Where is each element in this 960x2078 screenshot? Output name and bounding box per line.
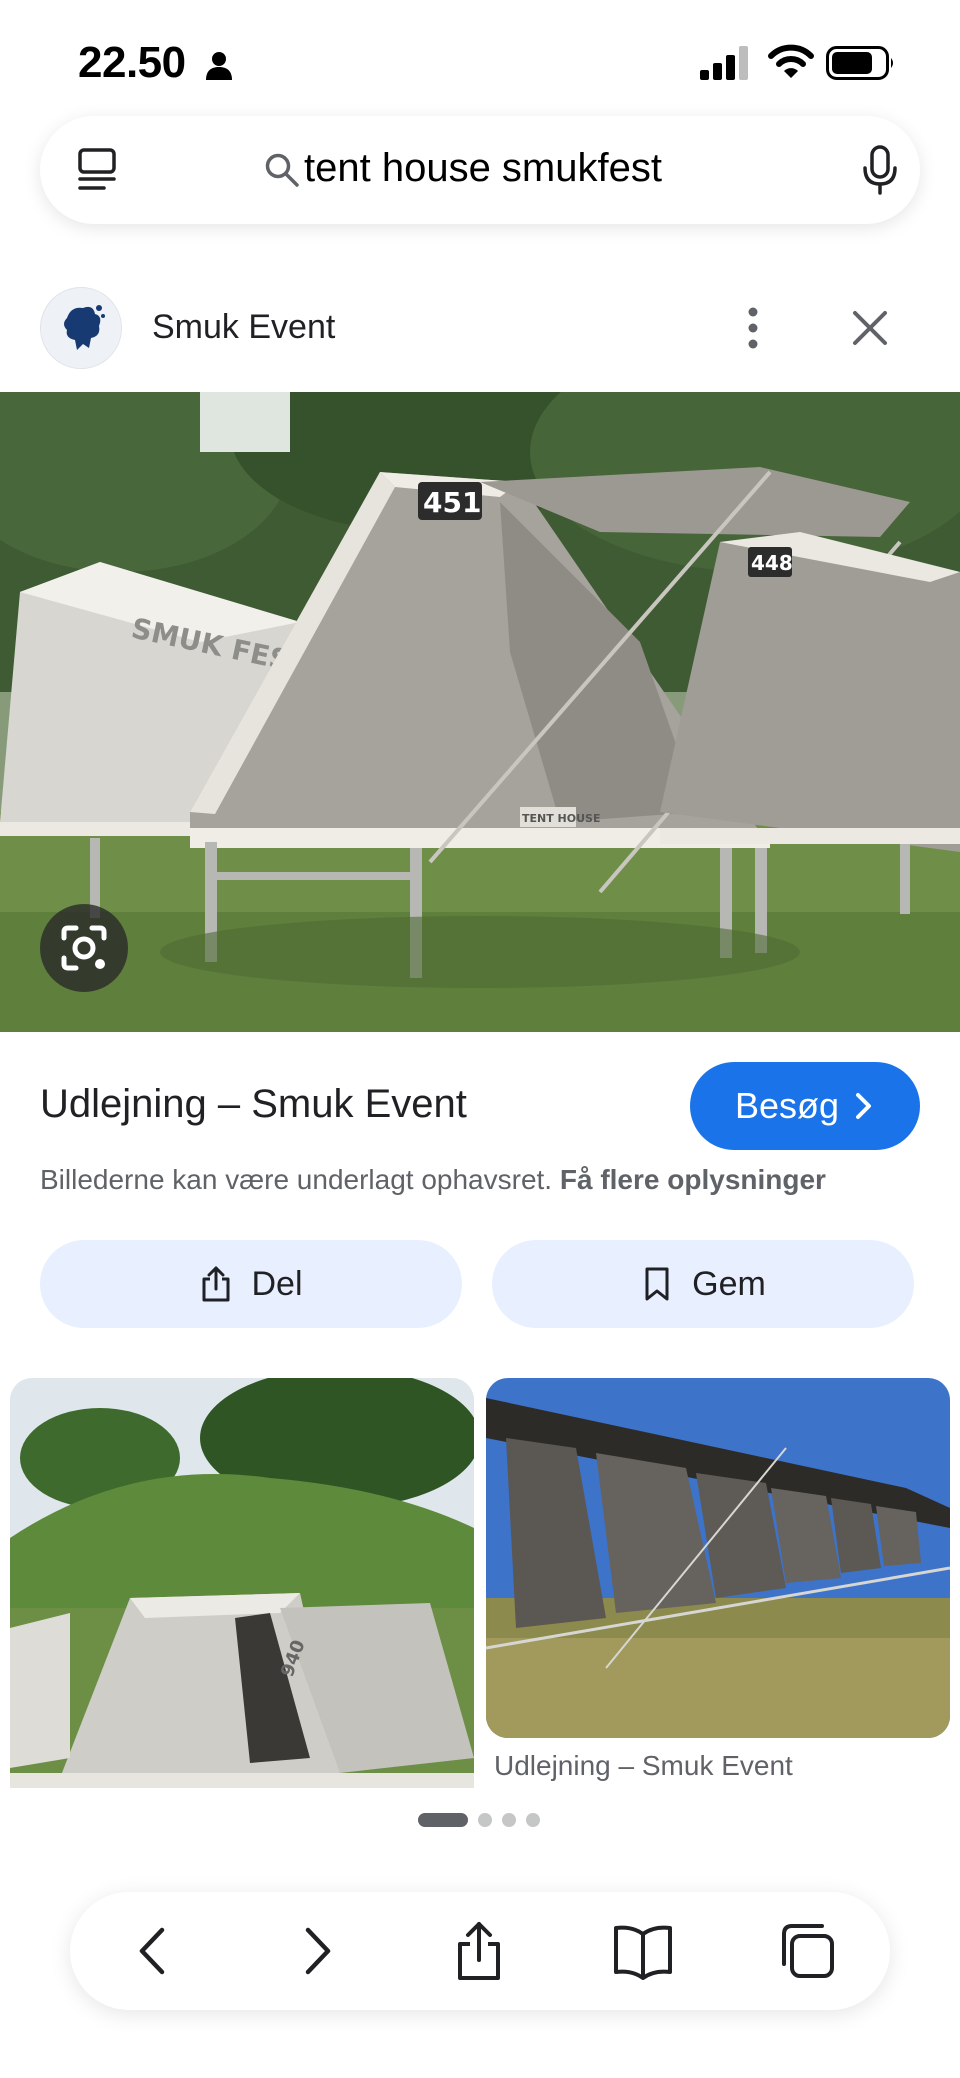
camera-lens-icon	[61, 925, 107, 971]
wifi-icon	[768, 44, 814, 78]
chevron-right-icon	[856, 1093, 872, 1119]
pager-dot	[526, 1813, 540, 1827]
tent-number-448: 448	[751, 551, 793, 575]
search-bar[interactable]: tent house smukfest	[40, 116, 920, 224]
status-bar: 22.50	[0, 0, 960, 120]
share-icon	[202, 1266, 230, 1302]
related-caption[interactable]: Udlejning – Smuk Event	[494, 1750, 793, 1782]
back-icon[interactable]	[122, 1920, 184, 1982]
pager-dot	[502, 1813, 516, 1827]
bookmark-icon	[645, 1267, 669, 1301]
search-icon	[265, 153, 299, 187]
share-page-icon[interactable]	[448, 1920, 510, 1982]
copyright-text: Billederne kan være underlagt ophavsret.	[40, 1164, 553, 1195]
mic-icon[interactable]	[860, 144, 900, 196]
close-icon[interactable]	[850, 308, 890, 348]
search-input[interactable]: tent house smukfest	[304, 146, 662, 191]
pager-dot-active	[418, 1813, 468, 1827]
smuk-logo-icon	[41, 288, 121, 368]
save-button[interactable]: Gem	[492, 1240, 914, 1328]
person-icon	[206, 52, 232, 80]
bookmarks-icon[interactable]	[612, 1920, 674, 1982]
more-info-link[interactable]: Få flere oplysninger	[560, 1164, 826, 1195]
battery-icon	[826, 46, 893, 80]
related-image-right[interactable]	[486, 1378, 950, 1738]
related-image-left[interactable]: 940	[10, 1378, 474, 1788]
browser-toolbar	[70, 1892, 890, 2010]
save-label: Gem	[692, 1264, 766, 1303]
pager	[418, 1812, 540, 1828]
source-logo[interactable]	[40, 287, 122, 369]
share-label: Del	[251, 1264, 303, 1303]
lens-search-button[interactable]	[40, 904, 128, 992]
tent-number-451: 451	[423, 486, 481, 519]
forward-icon[interactable]	[286, 1920, 348, 1982]
main-image[interactable]: SMUK FEST 451 TENT HOUSE 448	[0, 392, 960, 1032]
tabs-icon[interactable]	[776, 1920, 838, 1982]
copyright-notice: Billederne kan være underlagt ophavsret.…	[40, 1164, 826, 1196]
more-vertical-icon[interactable]	[738, 304, 768, 352]
visit-label: Besøg	[734, 1085, 840, 1126]
pager-dot	[478, 1813, 492, 1827]
source-name[interactable]: Smuk Event	[152, 308, 335, 347]
source-row: Smuk Event	[0, 280, 960, 376]
tent-badge: TENT HOUSE	[522, 812, 600, 825]
signal-icon	[700, 46, 748, 80]
related-tent-photo-right	[486, 1378, 950, 1738]
tabs-list-icon[interactable]	[74, 146, 122, 194]
status-time: 22.50	[78, 38, 186, 87]
related-tent-photo-left: 940	[10, 1378, 474, 1788]
result-title[interactable]: Udlejning – Smuk Event	[40, 1082, 467, 1127]
share-button[interactable]: Del	[40, 1240, 462, 1328]
visit-button[interactable]: Besøg	[690, 1062, 920, 1150]
tent-photo: SMUK FEST 451 TENT HOUSE 448	[0, 392, 960, 1032]
